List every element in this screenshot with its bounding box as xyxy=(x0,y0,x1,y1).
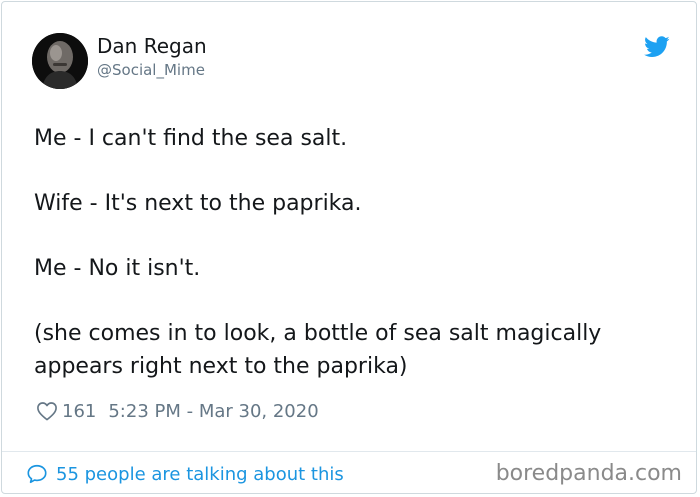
conversation-text[interactable]: 55 people are talking about this xyxy=(56,464,344,485)
tweet-meta: 161 5:23 PM - Mar 30, 2020 xyxy=(36,399,319,423)
tweet-body: Me - I can't find the sea salt. Wife - I… xyxy=(34,122,674,383)
watermark-logo: boredpanda.com xyxy=(495,461,682,486)
author-handle[interactable]: @Social_Mime xyxy=(97,60,205,80)
tweet-line: Me - I can't find the sea salt. xyxy=(34,126,348,151)
author-name[interactable]: Dan Regan xyxy=(97,34,207,58)
heart-icon[interactable] xyxy=(36,401,58,421)
speech-bubble-icon xyxy=(27,464,47,484)
tweet-card: Dan Regan @Social_Mime Me - I can't find… xyxy=(1,1,697,494)
profile-photo-icon xyxy=(32,33,88,89)
avatar[interactable] xyxy=(32,33,88,89)
conversation-link[interactable]: 55 people are talking about this xyxy=(26,462,344,486)
twitter-bird-icon[interactable] xyxy=(644,36,670,58)
divider xyxy=(2,451,696,452)
like-count[interactable]: 161 xyxy=(62,401,96,422)
tweet-line: Wife - It's next to the paprika. xyxy=(34,191,362,216)
tweet-line: (she comes in to look, a bottle of sea s… xyxy=(34,321,602,379)
tweet-line: Me - No it isn't. xyxy=(34,256,201,281)
tweet-timestamp[interactable]: 5:23 PM - Mar 30, 2020 xyxy=(108,401,318,422)
